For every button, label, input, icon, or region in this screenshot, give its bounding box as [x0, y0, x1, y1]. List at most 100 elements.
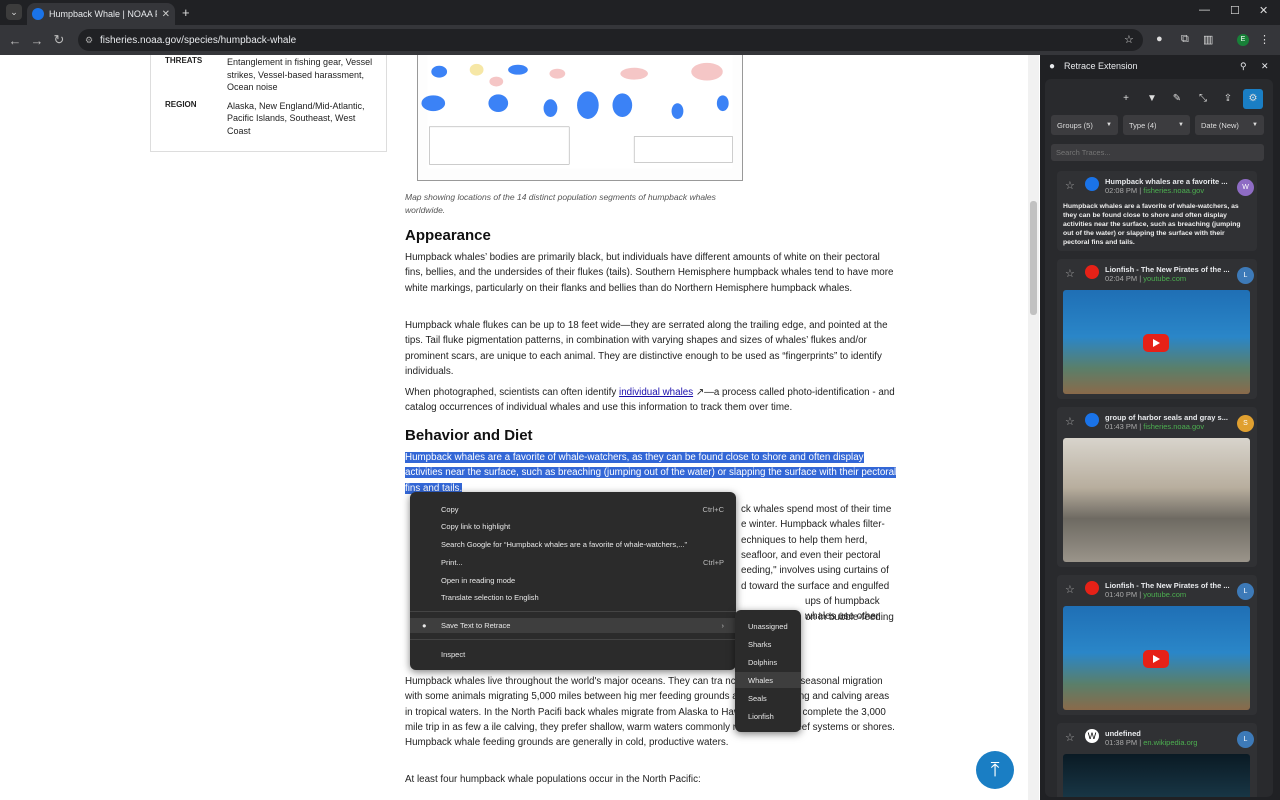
submenu-item-dolphins[interactable]: Dolphins — [735, 654, 801, 670]
close-panel-icon[interactable]: ✕ — [1261, 61, 1269, 72]
toolbar: ← → ↻ ⚙ fisheries.noaa.gov/species/humpb… — [0, 25, 1280, 55]
close-window-icon[interactable]: ✕ — [1259, 4, 1268, 17]
close-tab-icon[interactable]: ✕ — [162, 9, 170, 20]
page-scrollbar[interactable] — [1028, 55, 1039, 800]
forward-icon[interactable]: → — [26, 33, 48, 48]
appearance-paragraph-2: Humpback whale flukes can be up to 18 fe… — [405, 320, 888, 377]
trace-card[interactable]: ☆ W undefined 01:38 PM | en.wikipedia.or… — [1057, 723, 1257, 797]
group-avatar: L — [1237, 267, 1254, 284]
trace-card[interactable]: ☆ Lionfish - The New Pirates of the ... … — [1057, 575, 1257, 715]
star-icon[interactable]: ☆ — [1065, 583, 1075, 596]
bookmark-star-icon[interactable]: ☆ — [1124, 33, 1134, 46]
retrace-icon: ● — [422, 621, 427, 630]
video-thumbnail[interactable] — [1063, 290, 1250, 394]
star-icon[interactable]: ☆ — [1065, 415, 1075, 428]
behavior-heading: Behavior and Diet — [405, 427, 533, 444]
maximize-icon[interactable]: ☐ — [1230, 4, 1240, 17]
noaa-site-icon — [1085, 177, 1099, 191]
highlighted-paragraph[interactable]: Humpback whales are a favorite of whale-… — [405, 450, 897, 496]
submenu-item-sharks[interactable]: Sharks — [735, 636, 801, 652]
menu-item-search-google[interactable]: Search Google for “Humpback whales are a… — [410, 537, 736, 552]
context-menu: Copy Ctrl+C Copy link to highlight Search… — [410, 492, 736, 670]
menu-item-inspect[interactable]: Inspect — [410, 647, 736, 662]
add-icon[interactable]: + — [1116, 89, 1136, 109]
youtube-site-icon — [1085, 581, 1099, 595]
submenu-item-seals[interactable]: Seals — [735, 690, 801, 706]
play-icon[interactable] — [1143, 650, 1169, 668]
tab-search-button[interactable]: ⌄ — [6, 4, 22, 20]
menu-item-copy-link[interactable]: Copy link to highlight — [410, 519, 736, 534]
filter-icon[interactable]: ▼ — [1142, 89, 1162, 109]
group-avatar: L — [1237, 731, 1254, 748]
menu-separator — [410, 639, 736, 640]
play-icon[interactable] — [1143, 334, 1169, 352]
back-to-top-button[interactable]: ⤒ — [976, 751, 1014, 789]
groups-dropdown[interactable]: Groups (5) ▼ — [1051, 115, 1118, 135]
profile-avatar[interactable]: E — [1237, 34, 1249, 46]
submenu-arrow-icon: › — [721, 621, 725, 630]
panel-header: ● Retrace Extension ⚲ ✕ — [1040, 55, 1280, 77]
star-icon[interactable]: ☆ — [1065, 731, 1075, 744]
type-dropdown[interactable]: Type (4) ▼ — [1123, 115, 1190, 135]
submenu-item-unassigned[interactable]: Unassigned — [735, 618, 801, 634]
reload-icon[interactable]: ↻ — [48, 32, 70, 48]
menu-item-translate[interactable]: Translate selection to English — [410, 590, 736, 605]
date-dropdown[interactable]: Date (New) ▼ — [1195, 115, 1264, 135]
active-tab[interactable]: Humpback Whale | NOAA Fishe ✕ — [27, 3, 175, 25]
population-map — [417, 55, 743, 181]
group-avatar: L — [1237, 583, 1254, 600]
star-icon[interactable]: ☆ — [1065, 179, 1075, 192]
pin-icon[interactable]: ⚲ — [1240, 61, 1247, 72]
site-info-icon[interactable]: ⚙ — [85, 35, 93, 46]
trace-card[interactable]: ☆ Lionfish - The New Pirates of the ... … — [1057, 259, 1257, 399]
video-thumbnail[interactable] — [1063, 606, 1250, 710]
selected-text[interactable]: Humpback whales are a favorite of whale-… — [405, 452, 897, 494]
star-icon[interactable]: ☆ — [1065, 267, 1075, 280]
menu-item-print[interactable]: Print... Ctrl+P — [410, 555, 736, 570]
browser-tabstrip: ⌄ Humpback Whale | NOAA Fishe ✕ + — ☐ ✕ — [0, 0, 1280, 25]
retrace-extension-icon[interactable]: ● — [1156, 33, 1163, 45]
dropdown-caret-icon: ▼ — [1106, 122, 1112, 128]
search-traces-input[interactable] — [1051, 144, 1264, 161]
wikipedia-site-icon: W — [1085, 729, 1099, 743]
retrace-logo-icon: ● — [1049, 60, 1056, 72]
minimize-icon[interactable]: — — [1199, 4, 1210, 16]
url-text: fisheries.noaa.gov/species/humpback-whal… — [100, 34, 297, 46]
region-label: REGION — [165, 99, 197, 109]
youtube-site-icon — [1085, 265, 1099, 279]
edit-icon[interactable]: ✎ — [1167, 89, 1187, 109]
export-icon[interactable]: ⇪ — [1218, 89, 1238, 109]
species-info-box: THREATS Entanglement in fishing gear, Ve… — [150, 55, 387, 152]
menu-item-reading-mode[interactable]: Open in reading mode — [410, 573, 736, 588]
settings-gear-icon[interactable]: ⚙ — [1243, 89, 1263, 109]
address-bar[interactable]: ⚙ fisheries.noaa.gov/species/humpback-wh… — [78, 29, 1143, 51]
tab-title: Humpback Whale | NOAA Fishe — [49, 9, 157, 19]
collapse-icon[interactable]: ⤡ — [1193, 89, 1213, 109]
group-avatar: S — [1237, 415, 1254, 432]
new-tab-icon[interactable]: + — [182, 5, 190, 20]
side-panel-icon[interactable]: ▥ — [1203, 33, 1213, 46]
external-link-icon: ↗ — [695, 387, 705, 398]
scrollbar-thumb[interactable] — [1030, 201, 1037, 315]
dropdown-caret-icon: ▼ — [1252, 122, 1258, 128]
menu-item-save-to-retrace[interactable]: ● Save Text to Retrace › — [410, 618, 736, 633]
trace-card[interactable]: ☆ group of harbor seals and gray s... 01… — [1057, 407, 1257, 567]
appearance-paragraph-1: Humpback whales’ bodies are primarily bl… — [405, 252, 894, 294]
threats-label: THREATS — [165, 56, 203, 65]
submenu-item-whales[interactable]: Whales — [735, 672, 801, 688]
retrace-group-submenu: Unassigned Sharks Dolphins Whales Seals … — [735, 610, 801, 732]
where-paragraph-1: Humpback whales live throughout the worl… — [405, 676, 895, 749]
back-icon[interactable]: ← — [4, 33, 26, 48]
panel-body: + ▼ ✎ ⤡ ⇪ ⚙ Groups (5) ▼ Type (4) ▼ Date (… — [1045, 79, 1273, 797]
individual-whales-link[interactable]: individual whales — [619, 387, 693, 398]
seals-image[interactable] — [1063, 438, 1250, 562]
dropdown-caret-icon: ▼ — [1178, 122, 1184, 128]
menu-icon[interactable]: ⋮ — [1259, 33, 1270, 46]
menu-item-copy[interactable]: Copy Ctrl+C — [410, 502, 736, 517]
trace-card[interactable]: ☆ Humpback whales are a favorite ... 02:… — [1057, 171, 1257, 251]
extensions-icon[interactable]: ⧉ — [1181, 33, 1189, 46]
wikipedia-image[interactable] — [1063, 754, 1250, 797]
appearance-paragraph-3: When photographed, scientists can often … — [405, 387, 895, 414]
submenu-item-lionfish[interactable]: Lionfish — [735, 708, 801, 724]
group-avatar: W — [1237, 179, 1254, 196]
